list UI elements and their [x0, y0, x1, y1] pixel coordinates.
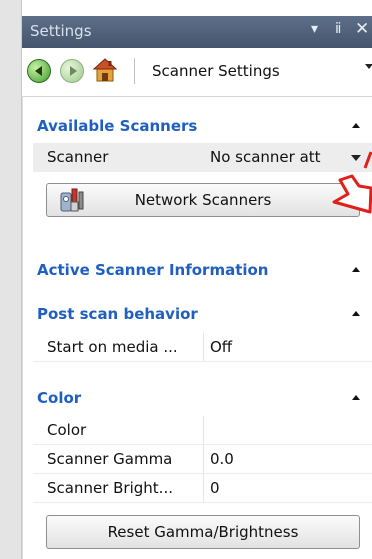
panel-menu-icon[interactable]: ▾	[311, 21, 318, 37]
pin-icon[interactable]: ⅱ	[335, 21, 341, 37]
start-on-media-row[interactable]: Start on media ... Off	[33, 333, 372, 362]
start-on-media-value[interactable]: Off	[210, 338, 232, 356]
scanner-gamma-value[interactable]: 0.0	[210, 450, 234, 468]
scanner-gamma-row[interactable]: Scanner Gamma 0.0	[33, 445, 372, 474]
network-scanners-button[interactable]: Network Scanners	[46, 183, 360, 217]
section-title: Post scan behavior	[37, 305, 198, 323]
collapse-icon[interactable]	[352, 311, 360, 316]
location-label: Scanner Settings	[152, 62, 280, 80]
section-color[interactable]: Color	[32, 384, 372, 412]
reset-gamma-brightness-label: Reset Gamma/Brightness	[107, 523, 299, 541]
section-active-scanner-information[interactable]: Active Scanner Information	[32, 256, 372, 284]
reset-gamma-brightness-button[interactable]: Reset Gamma/Brightness	[46, 515, 360, 549]
column-divider	[203, 333, 204, 361]
column-divider	[203, 474, 204, 502]
navigation-toolbar: Scanner Settings	[22, 48, 372, 97]
scanner-brightness-value[interactable]: 0	[210, 479, 220, 497]
home-icon[interactable]	[92, 57, 118, 83]
column-divider	[203, 416, 204, 444]
back-arrow-icon[interactable]	[27, 59, 51, 83]
color-label: Color	[47, 421, 87, 439]
collapse-icon[interactable]	[352, 267, 360, 272]
scanner-label: Scanner	[47, 148, 109, 166]
panel-left-border	[22, 96, 23, 559]
scanner-brightness-row[interactable]: Scanner Bright... 0	[33, 474, 372, 503]
section-title: Available Scanners	[37, 117, 198, 135]
color-row[interactable]: Color	[33, 416, 372, 445]
panel-titlebar: Settings ▾ ⅱ ✕	[22, 16, 372, 48]
toolbar-separator	[134, 58, 135, 84]
scanner-value[interactable]: No scanner att	[210, 148, 321, 166]
collapse-icon[interactable]	[352, 395, 360, 400]
location-dropdown-icon[interactable]	[365, 64, 372, 69]
forward-arrow-icon[interactable]	[60, 59, 84, 83]
panel-title: Settings	[30, 22, 92, 40]
chevron-down-icon[interactable]	[351, 155, 361, 161]
left-dock-strip	[0, 0, 22, 559]
close-icon[interactable]: ✕	[355, 19, 369, 39]
section-title: Color	[37, 389, 82, 407]
section-available-scanners[interactable]: Available Scanners	[32, 112, 372, 140]
scanner-gamma-label: Scanner Gamma	[47, 450, 173, 468]
network-scanners-label: Network Scanners	[134, 191, 272, 209]
section-title: Active Scanner Information	[37, 261, 269, 279]
collapse-icon[interactable]	[352, 123, 360, 128]
start-on-media-label: Start on media ...	[47, 338, 178, 356]
settings-panel: Settings ▾ ⅱ ✕ Scanner Settings Availabl…	[22, 0, 372, 559]
section-post-scan-behavior[interactable]: Post scan behavior	[32, 300, 372, 328]
column-divider	[203, 445, 204, 473]
scanner-brightness-label: Scanner Bright...	[47, 479, 173, 497]
scanner-row[interactable]: Scanner No scanner att	[33, 143, 372, 172]
